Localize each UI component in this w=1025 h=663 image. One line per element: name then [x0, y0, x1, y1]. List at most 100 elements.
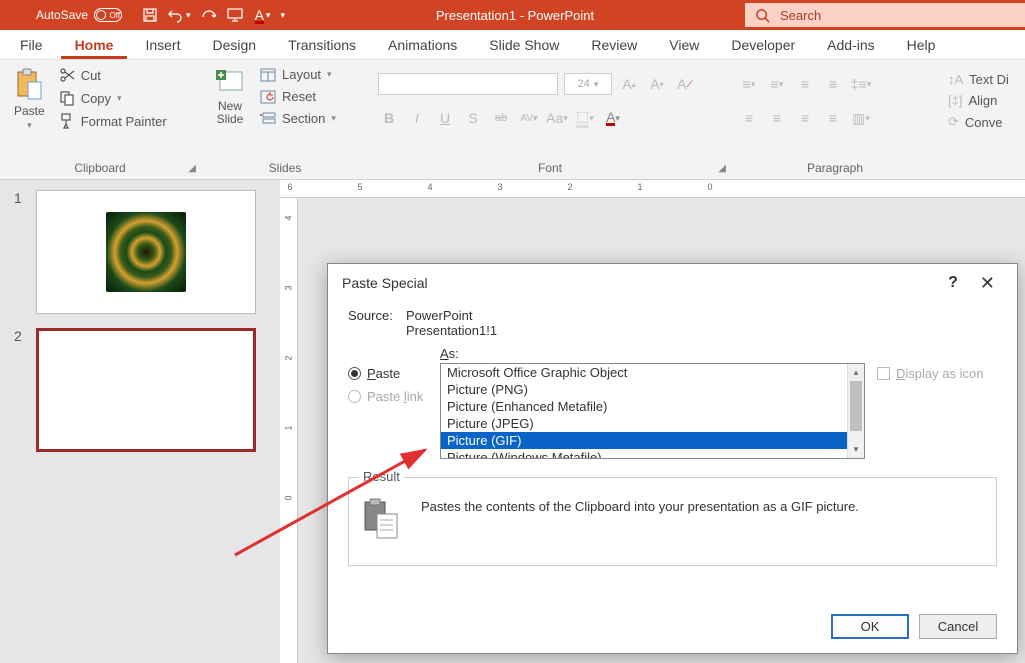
- copy-icon: [59, 90, 75, 106]
- tab-slideshow[interactable]: Slide Show: [475, 31, 573, 59]
- tab-developer[interactable]: Developer: [717, 31, 809, 59]
- display-as-icon-checkbox: Display as icon: [877, 366, 997, 381]
- tab-addins[interactable]: Add-ins: [813, 31, 888, 59]
- new-slide-icon: [214, 68, 246, 98]
- tab-design[interactable]: Design: [198, 31, 270, 59]
- slide-number-1: 1: [14, 190, 28, 314]
- layout-icon: [260, 68, 276, 82]
- paste-button[interactable]: Paste ▾: [8, 64, 51, 135]
- font-family-combo[interactable]: [378, 73, 558, 95]
- grow-font-button[interactable]: A▴: [618, 73, 640, 95]
- list-item[interactable]: Microsoft Office Graphic Object: [441, 364, 847, 381]
- search-box[interactable]: Search: [745, 3, 1025, 27]
- bold-button[interactable]: B: [378, 107, 400, 129]
- decrease-indent-button[interactable]: ≡: [794, 73, 816, 95]
- format-painter-button[interactable]: Format Painter: [55, 110, 171, 132]
- redo-icon[interactable]: [201, 7, 217, 23]
- ribbon: Paste ▾ Cut Copy ▾ Format Painter C: [0, 60, 1025, 180]
- font-color-qat-icon[interactable]: A▾: [255, 7, 271, 24]
- format-listbox[interactable]: Microsoft Office Graphic Object Picture …: [440, 363, 865, 459]
- group-slides: New Slide Layout▾ Reset Section▾ Slides: [200, 60, 370, 179]
- result-icon: [363, 498, 403, 543]
- scroll-down-icon[interactable]: ▾: [848, 441, 864, 458]
- italic-button[interactable]: I: [406, 107, 428, 129]
- layout-button[interactable]: Layout▾: [256, 64, 340, 85]
- cancel-button[interactable]: Cancel: [919, 614, 997, 639]
- justify-button[interactable]: ≡: [822, 107, 844, 129]
- group-clipboard-label: Clipboard: [8, 159, 192, 179]
- tab-transitions[interactable]: Transitions: [274, 31, 370, 59]
- dialog-help-button[interactable]: ?: [934, 274, 972, 292]
- cut-button[interactable]: Cut: [55, 64, 171, 86]
- columns-button[interactable]: ▥▾: [850, 107, 872, 129]
- line-spacing-button[interactable]: ‡≡▾: [850, 73, 872, 95]
- clipboard-dialog-launcher[interactable]: ◢: [188, 163, 196, 174]
- tab-insert[interactable]: Insert: [131, 31, 194, 59]
- font-size-combo[interactable]: 24▾: [564, 73, 612, 95]
- reset-icon: [260, 90, 276, 104]
- paste-link-radio: Paste link: [348, 389, 428, 404]
- copy-button[interactable]: Copy ▾: [55, 87, 171, 109]
- quick-access-toolbar: ▾ A▾ ▾: [142, 7, 285, 24]
- paste-radio[interactable]: Paste: [348, 366, 428, 381]
- group-paragraph-extra: ↕AText Di [‡]Align ⟳Conve: [940, 60, 1025, 179]
- tab-help[interactable]: Help: [893, 31, 950, 59]
- vertical-ruler[interactable]: 4 3 2 1 0: [280, 198, 298, 663]
- align-text-button[interactable]: [‡]Align: [948, 91, 997, 110]
- font-dialog-launcher[interactable]: ◢: [718, 163, 726, 174]
- dialog-body: Source: PowerPoint Presentation1!1 Paste…: [328, 302, 1017, 578]
- radio-on-icon: [348, 367, 361, 380]
- list-item[interactable]: Picture (JPEG): [441, 415, 847, 432]
- convert-smartart-button[interactable]: ⟳Conve: [948, 112, 1002, 132]
- align-left-button[interactable]: ≡: [738, 107, 760, 129]
- change-case-button[interactable]: Aa▾: [546, 107, 568, 129]
- underline-button[interactable]: U: [434, 107, 456, 129]
- autosave-label: AutoSave: [36, 8, 88, 22]
- slide-thumb-1[interactable]: [36, 190, 256, 314]
- shrink-font-button[interactable]: A▾: [646, 73, 668, 95]
- list-item[interactable]: Picture (Windows Metafile): [441, 449, 847, 458]
- increase-indent-button[interactable]: ≡: [822, 73, 844, 95]
- strikethrough-button[interactable]: ab: [490, 107, 512, 129]
- bullets-button[interactable]: ≡▾: [738, 73, 760, 95]
- highlight-button[interactable]: ⬚▾: [574, 107, 596, 129]
- align-center-button[interactable]: ≡: [766, 107, 788, 129]
- result-box: Result Pastes the contents of the Clipbo…: [348, 477, 997, 566]
- tab-home[interactable]: Home: [61, 31, 128, 59]
- dialog-close-button[interactable]: ✕: [972, 273, 1003, 294]
- clear-formatting-button[interactable]: A⟋: [674, 73, 696, 95]
- horizontal-ruler[interactable]: 6 5 4 3 2 1 0: [280, 180, 1025, 198]
- section-button[interactable]: Section▾: [256, 108, 340, 129]
- shadow-button[interactable]: S: [462, 107, 484, 129]
- list-item[interactable]: Picture (Enhanced Metafile): [441, 398, 847, 415]
- listbox-scrollbar[interactable]: ▴ ▾: [847, 364, 864, 458]
- tab-file[interactable]: File: [6, 31, 57, 59]
- tab-review[interactable]: Review: [577, 31, 651, 59]
- search-icon: [755, 8, 770, 23]
- reset-button[interactable]: Reset: [256, 86, 340, 107]
- slide-thumb-1-wrap: 1: [14, 190, 276, 314]
- group-font: 24▾ A▴ A▾ A⟋ B I U S ab AV▾ Aa▾ ⬚▾ A▾ Fo…: [370, 60, 730, 179]
- autosave-toggle[interactable]: AutoSave Off: [0, 8, 130, 22]
- ok-button[interactable]: OK: [831, 614, 909, 639]
- slideshow-start-icon[interactable]: [227, 7, 245, 23]
- group-font-label: Font: [378, 159, 722, 179]
- window-title: Presentation1 - PowerPoint: [285, 8, 745, 23]
- list-item-selected[interactable]: Picture (GIF): [441, 432, 847, 449]
- align-right-button[interactable]: ≡: [794, 107, 816, 129]
- undo-icon[interactable]: ▾: [168, 7, 191, 23]
- numbering-button[interactable]: ≡▾: [766, 73, 788, 95]
- scroll-thumb[interactable]: [850, 381, 862, 431]
- result-text: Pastes the contents of the Clipboard int…: [421, 498, 859, 543]
- text-direction-button[interactable]: ↕AText Di: [948, 70, 1009, 89]
- slide-1-image: [106, 212, 186, 292]
- save-icon[interactable]: [142, 7, 158, 23]
- font-color-button[interactable]: A▾: [602, 107, 624, 129]
- tab-view[interactable]: View: [655, 31, 713, 59]
- char-spacing-button[interactable]: AV▾: [518, 107, 540, 129]
- slide-thumb-2[interactable]: [36, 328, 256, 452]
- new-slide-button[interactable]: New Slide: [208, 64, 252, 130]
- list-item[interactable]: Picture (PNG): [441, 381, 847, 398]
- scroll-up-icon[interactable]: ▴: [848, 364, 864, 381]
- tab-animations[interactable]: Animations: [374, 31, 471, 59]
